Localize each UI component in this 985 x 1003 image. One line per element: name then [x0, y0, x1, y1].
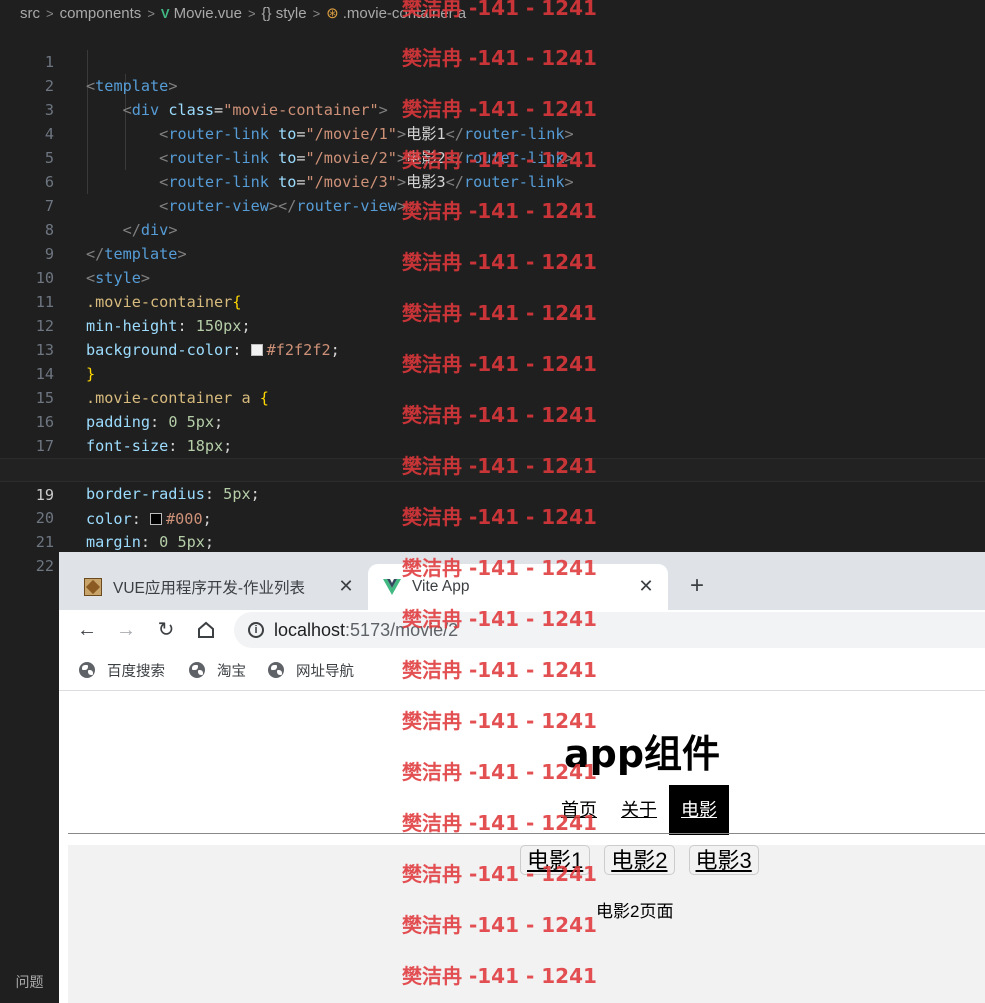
- watermark: 樊洁冉 -141 - 1241: [402, 352, 597, 376]
- globe-icon: [189, 662, 205, 678]
- web-page: app组件 首页 关于 电影 电影1 电影2 电影3 电影2页面: [59, 691, 985, 1003]
- breadcrumb-components[interactable]: components: [60, 5, 142, 22]
- vue-file-icon: V: [160, 5, 170, 21]
- watermark: 樊洁冉 -141 - 1241: [402, 964, 597, 988]
- bookmark-label: 淘宝: [217, 663, 246, 680]
- url-host: localhost: [274, 619, 346, 640]
- new-tab-plus-icon[interactable]: +: [683, 572, 711, 600]
- watermark: 樊洁冉 -141 - 1241: [402, 658, 597, 682]
- bookmark-taobao[interactable]: 淘宝: [189, 650, 246, 690]
- movie-link-2[interactable]: 电影2: [604, 845, 675, 875]
- watermark: 樊洁冉 -141 - 1241: [402, 862, 597, 886]
- nav-link-about[interactable]: 关于: [609, 785, 669, 835]
- chevron-right-icon: >: [247, 5, 256, 21]
- chevron-right-icon: >: [312, 5, 321, 21]
- nav-link-movie[interactable]: 电影: [669, 785, 729, 835]
- back-arrow-icon[interactable]: ←: [73, 616, 101, 644]
- bookmark-baidu[interactable]: 百度搜索: [79, 650, 165, 690]
- chevron-right-icon: >: [46, 5, 54, 21]
- watermark: 樊洁冉 -141 - 1241: [402, 148, 597, 172]
- reload-icon[interactable]: ↻: [152, 616, 180, 644]
- watermark: 樊洁冉 -141 - 1241: [402, 0, 597, 20]
- tab-homework-list[interactable]: VUE应用程序开发-作业列表 ✕: [71, 564, 368, 610]
- home-icon[interactable]: [192, 616, 220, 644]
- code-line[interactable]: 7 </div>: [0, 170, 985, 239]
- watermark: 樊洁冉 -141 - 1241: [402, 454, 597, 478]
- watermark: 樊洁冉 -141 - 1241: [402, 811, 597, 835]
- movie-page-content: 电影2页面: [596, 902, 674, 921]
- globe-icon: [268, 662, 284, 678]
- watermark: 樊洁冉 -141 - 1241: [402, 913, 597, 937]
- breadcrumb-file[interactable]: Movie.vue: [174, 5, 242, 22]
- watermark: 樊洁冉 -141 - 1241: [402, 46, 597, 70]
- bookmark-label: 网址导航: [296, 663, 354, 680]
- watermark: 樊洁冉 -141 - 1241: [402, 301, 597, 325]
- watermark: 樊洁冉 -141 - 1241: [402, 709, 597, 733]
- line-number: 22: [35, 557, 54, 575]
- watermark: 樊洁冉 -141 - 1241: [402, 97, 597, 121]
- address-bar[interactable]: i localhost:5173/movie/2: [234, 612, 985, 648]
- chevron-right-icon: >: [147, 5, 155, 21]
- code-line[interactable]: 5 <router-link to="/movie/3">电影3</router…: [0, 122, 985, 191]
- close-icon[interactable]: ✕: [336, 576, 356, 596]
- close-icon[interactable]: ✕: [636, 576, 656, 596]
- watermark: 樊洁冉 -141 - 1241: [402, 607, 597, 631]
- vue-logo-icon: [382, 577, 402, 597]
- watermark: 樊洁冉 -141 - 1241: [402, 556, 597, 580]
- globe-icon: [79, 662, 95, 678]
- breadcrumb-src[interactable]: src: [20, 5, 40, 22]
- watermark: 樊洁冉 -141 - 1241: [402, 199, 597, 223]
- bookmark-nav-sites[interactable]: 网址导航: [268, 650, 354, 690]
- watermark: 樊洁冉 -141 - 1241: [402, 505, 597, 529]
- tab-title: VUE应用程序开发-作业列表: [113, 580, 306, 597]
- site-info-icon[interactable]: i: [248, 622, 264, 638]
- css-selector-icon: ⊛: [326, 5, 339, 22]
- watermark: 樊洁冉 -141 - 1241: [402, 403, 597, 427]
- problems-panel-tab[interactable]: 问题: [0, 960, 59, 1003]
- movie-link-3[interactable]: 电影3: [688, 845, 759, 875]
- site-favicon-icon: [83, 577, 103, 597]
- forward-arrow-icon[interactable]: →: [112, 616, 140, 644]
- bookmark-label: 百度搜索: [107, 663, 165, 680]
- watermark: 樊洁冉 -141 - 1241: [402, 760, 597, 784]
- code-line[interactable]: 22 </style>: [0, 530, 985, 599]
- watermark: 樊洁冉 -141 - 1241: [402, 250, 597, 274]
- breadcrumb-style[interactable]: {} style: [262, 5, 307, 22]
